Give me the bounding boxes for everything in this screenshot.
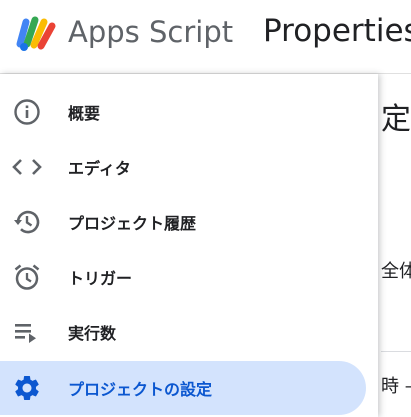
code-icon: [12, 152, 42, 182]
divider: [381, 351, 411, 352]
navigation-drawer: 概要 エディタ プロジェクト履歴 トリガー 実行数 プロジェクトの設定: [0, 74, 378, 417]
nav-item-label: エディタ: [68, 159, 131, 178]
nav-item-project-history[interactable]: プロジェクト履歴: [0, 195, 366, 249]
nav-item-label: 概要: [68, 104, 101, 123]
gear-icon: [12, 373, 42, 403]
history-icon: [12, 207, 42, 237]
settings-text: 全体: [381, 261, 411, 282]
app-name[interactable]: Apps Script: [68, 14, 233, 50]
app-header: Apps Script Properties: [0, 0, 411, 74]
nav-item-label: プロジェクトの設定: [68, 380, 213, 399]
info-icon: [12, 97, 42, 127]
page-heading: 定: [381, 102, 411, 137]
executions-list-icon: [12, 317, 42, 347]
project-title[interactable]: Properties: [263, 12, 411, 50]
nav-item-triggers[interactable]: トリガー: [0, 250, 366, 304]
nav-item-executions[interactable]: 実行数: [0, 305, 366, 359]
alarm-clock-icon: [12, 262, 42, 292]
nav-item-label: プロジェクト履歴: [68, 214, 197, 233]
nav-item-overview[interactable]: 概要: [0, 85, 366, 139]
nav-item-editor[interactable]: エディタ: [0, 140, 366, 194]
apps-script-logo-icon[interactable]: [14, 14, 62, 54]
nav-item-label: 実行数: [68, 324, 117, 343]
settings-text-2: 時 –: [381, 376, 411, 397]
nav-item-label: トリガー: [68, 269, 133, 288]
nav-item-project-settings[interactable]: プロジェクトの設定: [0, 361, 366, 415]
